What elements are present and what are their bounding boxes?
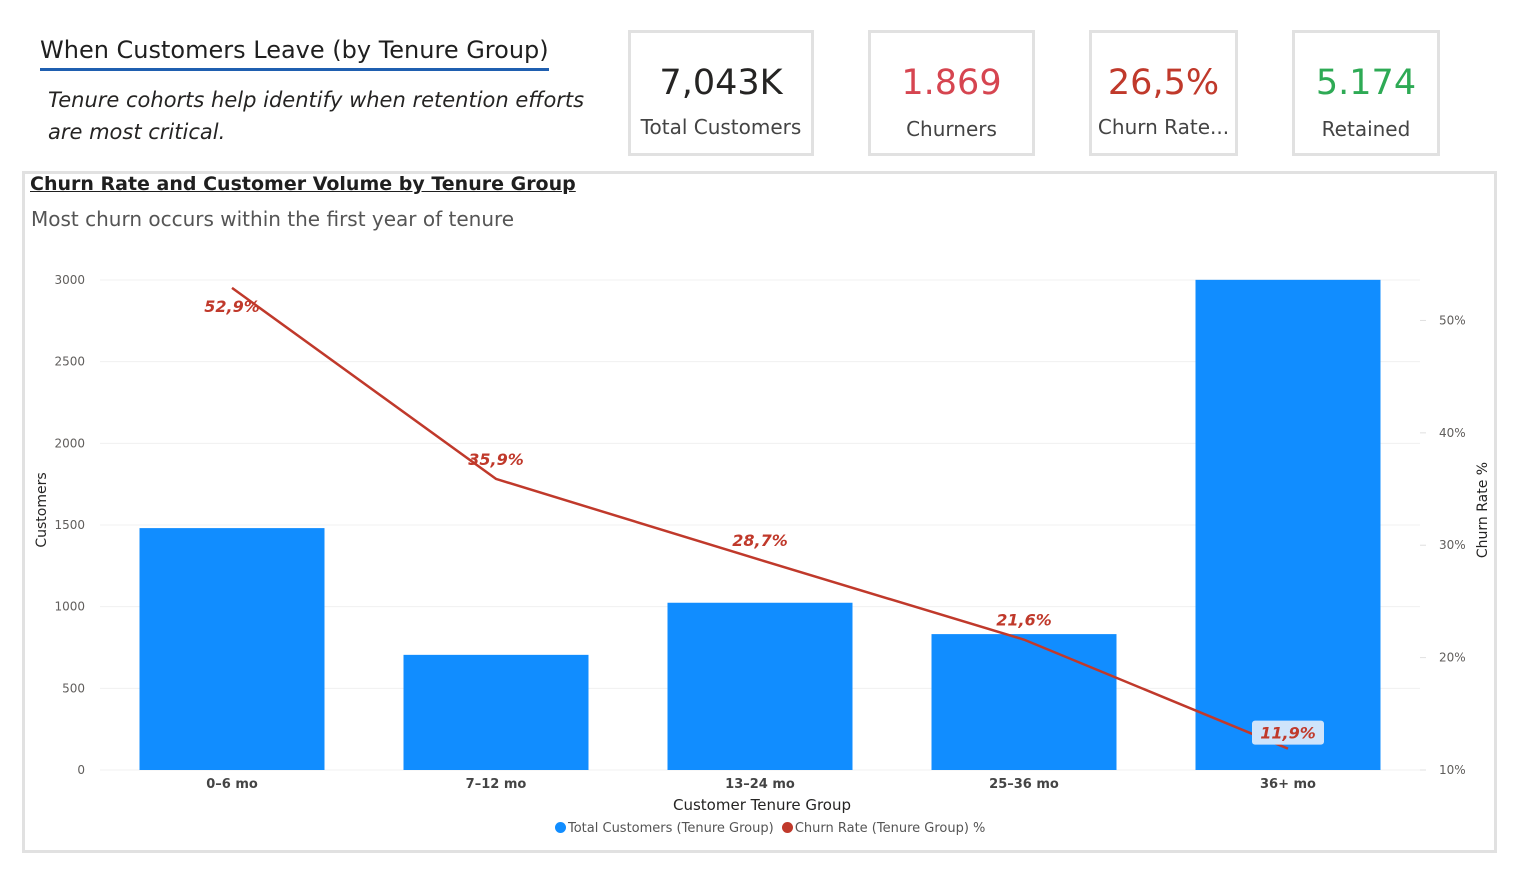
y-axis-title: Customers (34, 472, 50, 547)
bar (403, 654, 589, 770)
x-axis-title: Customer Tenure Group (673, 796, 851, 814)
bar (931, 634, 1117, 770)
bar (667, 602, 853, 770)
x-tick-label: 36+ mo (1260, 777, 1316, 792)
y-tick-label: 2000 (54, 436, 85, 450)
chart-legend: Total Customers (Tenure Group) Churn Rat… (555, 821, 989, 836)
churn-data-label: 35,9% (468, 450, 524, 469)
y-tick-label: 1000 (54, 600, 85, 614)
legend-label: Total Customers (Tenure Group) (568, 821, 774, 836)
y2-tick-label: 20% (1439, 651, 1466, 665)
churn-data-label: 28,7% (732, 531, 788, 550)
combo-chart: 0 500 1000 1500 2000 2500 3000 10% 20% 30% 40% 50% 0… (34, 273, 1491, 814)
y-tick-label: 3000 (54, 273, 85, 287)
x-tick-label: 25–36 mo (989, 777, 1059, 792)
y-tick-label: 0 (77, 763, 85, 777)
churn-data-label: 21,6% (996, 611, 1052, 630)
legend-item-churn-rate[interactable]: Churn Rate (Tenure Group) % (781, 821, 986, 836)
bar (139, 528, 325, 770)
churn-data-label: 11,9% (1260, 724, 1316, 743)
y2-axis-title: Churn Rate % (1475, 462, 1491, 558)
y2-tick-label: 30% (1439, 538, 1466, 552)
x-tick-label: 13–24 mo (725, 777, 795, 792)
legend-label: Churn Rate (Tenure Group) % (794, 821, 986, 836)
bar (1195, 279, 1381, 770)
x-tick-label: 7–12 mo (466, 777, 527, 792)
legend-item-total-customers[interactable]: Total Customers (Tenure Group) (555, 821, 774, 836)
x-tick-label: 0–6 mo (206, 777, 258, 792)
legend-dot-icon (555, 822, 566, 833)
y2-tick-label: 10% (1439, 763, 1466, 777)
y2-tick-label: 40% (1439, 426, 1466, 440)
y-tick-label: 500 (62, 681, 85, 695)
churn-data-label: 52,9% (204, 297, 260, 316)
y-tick-label: 2500 (54, 355, 85, 369)
y-tick-label: 1500 (54, 518, 85, 532)
legend-dot-icon (781, 822, 793, 833)
y2-tick-label: 50% (1439, 313, 1466, 327)
